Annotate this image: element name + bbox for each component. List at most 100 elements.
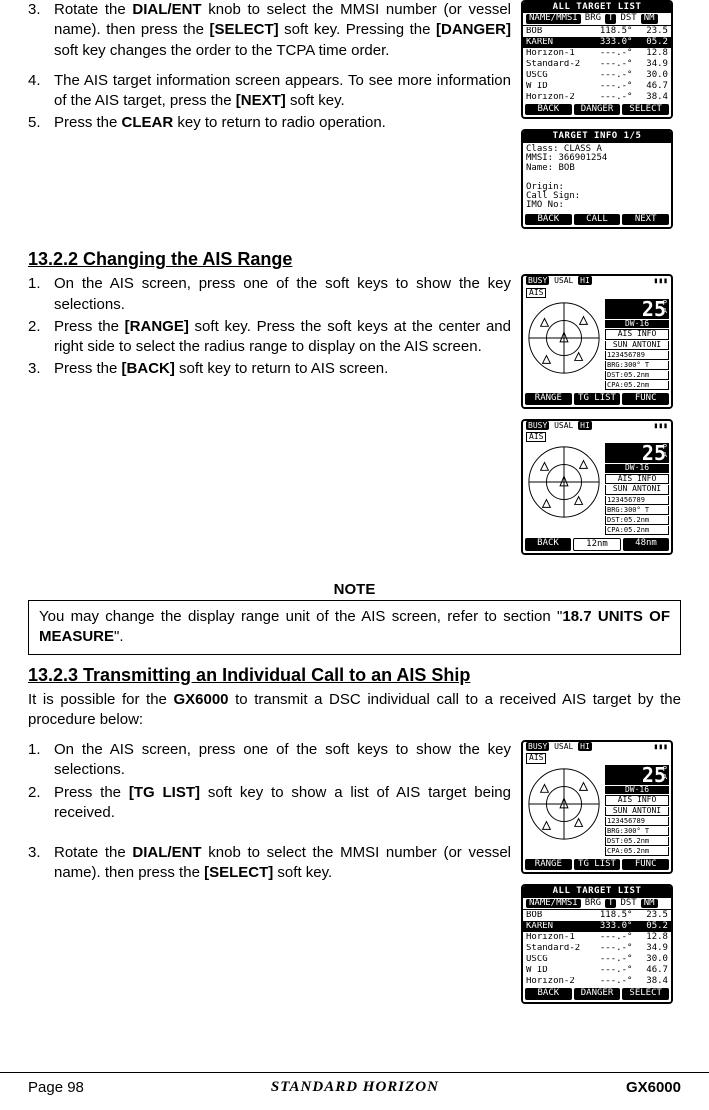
note-box: You may change the display range unit of…: [28, 600, 681, 655]
list-row: Horizon-2---.-°38.4: [523, 92, 671, 103]
note-text-pre: You may change the display range unit of…: [39, 608, 562, 625]
ais-info-name: SUN ANTONI: [605, 485, 669, 494]
lcd-ais-screen-1: BUSY USAL HI ▮▮▮ AIS 25PA DW·16 AIS INF: [521, 274, 673, 408]
ais-info-title: AIS INFO: [605, 795, 669, 805]
info-line: IMO No:: [526, 201, 668, 210]
lcd-list-header: NAME/MMSI BRG T DST NM: [523, 13, 671, 25]
softkey-danger[interactable]: DANGER: [574, 104, 621, 115]
list-row: KAREN333.0°05.2: [523, 921, 671, 932]
list-row: USCG---.-°30.0: [523, 70, 671, 81]
lcd-softkeys: BACK CALL NEXT: [523, 213, 671, 227]
softkey[interactable]: TG LIST: [574, 859, 621, 870]
ais-info-field: BRG:300° T: [605, 827, 669, 836]
ais-info-field: 123456789: [605, 496, 669, 505]
softkey-next[interactable]: NEXT: [622, 214, 669, 225]
lcd-title: TARGET INFO 1/5: [523, 131, 671, 142]
ais-radar: [525, 443, 603, 521]
footer-model: GX6000: [626, 1079, 681, 1096]
step-b3: 3. Press the [BACK] soft key to return t…: [28, 359, 511, 379]
list-row: KAREN333.0°05.2: [523, 37, 671, 48]
lcd-ais-screen-3: BUSY USAL HI ▮▮▮ AIS 25PA DW·16 AIS INF: [521, 740, 673, 874]
step-a3: 3. Rotate the DIAL/ENT knob to select th…: [28, 0, 511, 61]
battery-icon: ▮▮▮: [654, 422, 668, 430]
ais-info-field: CPA:05.2nm: [605, 526, 669, 535]
list-row: Standard-2---.-°34.9: [523, 943, 671, 954]
list-row: Standard-2---.-°34.9: [523, 59, 671, 70]
softkey-back[interactable]: BACK: [525, 104, 572, 115]
ais-info-field: BRG:300° T: [605, 361, 669, 370]
list-row: BOB118.5°23.5: [523, 910, 671, 921]
battery-icon: ▮▮▮: [654, 743, 668, 751]
lcd-ais-screen-2: BUSY USAL HI ▮▮▮ AIS 25PA DW·16 AIS INF: [521, 419, 673, 555]
footer-brand: STANDARD HORIZON: [271, 1079, 439, 1096]
step-a5: 5. Press the CLEAR key to return to radi…: [28, 113, 511, 133]
softkey[interactable]: FUNC: [622, 393, 669, 404]
step-b1: 1. On the AIS screen, press one of the s…: [28, 274, 511, 315]
softkey[interactable]: RANGE: [525, 859, 572, 870]
lcd-softkeys: BACK12nm48nm: [523, 537, 671, 553]
page-footer: Page 98 STANDARD HORIZON GX6000: [0, 1072, 709, 1096]
softkey-call[interactable]: CALL: [574, 214, 621, 225]
lcd-softkeys: BACK DANGER SELECT: [523, 103, 671, 117]
dw-label: DW·16: [605, 786, 669, 794]
ais-info-name: SUN ANTONI: [605, 807, 669, 816]
note-heading: NOTE: [28, 581, 681, 598]
ais-info-field: CPA:05.2nm: [605, 847, 669, 856]
section-title-individual-call: 13.2.3 Transmitting an Individual Call t…: [28, 665, 681, 686]
step-c3: 3. Rotate the DIAL/ENT knob to select th…: [28, 843, 511, 884]
step-c2: 2. Press the [TG LIST] soft key to show …: [28, 783, 511, 824]
softkey[interactable]: RANGE: [525, 393, 572, 404]
lcd-softkeys: RANGETG LISTFUNC: [523, 858, 671, 872]
list-row: Horizon-1---.-°12.8: [523, 932, 671, 943]
ais-radar: [525, 765, 603, 843]
list-row: Horizon-2---.-°38.4: [523, 976, 671, 987]
ais-info-field: 123456789: [605, 351, 669, 360]
softkey-back[interactable]: BACK: [525, 988, 572, 999]
step-text: The AIS target information screen appear…: [54, 71, 511, 112]
step-num: 5.: [28, 113, 54, 133]
list-row: W ID---.-°46.7: [523, 81, 671, 92]
lcd-title: ALL TARGET LIST: [523, 2, 671, 13]
step-text: Press the CLEAR key to return to radio o…: [54, 113, 511, 133]
footer-page: Page 98: [28, 1079, 84, 1096]
softkey-select[interactable]: SELECT: [622, 104, 669, 115]
channel-number: 25PA: [605, 765, 669, 785]
ais-info-field: 123456789: [605, 817, 669, 826]
ais-info-field: DST:05.2nm: [605, 837, 669, 846]
softkey[interactable]: TG LIST: [574, 393, 621, 404]
softkey-select[interactable]: SELECT: [622, 988, 669, 999]
ais-label: AIS: [526, 753, 546, 763]
softkey-danger[interactable]: DANGER: [574, 988, 621, 999]
list-row: USCG---.-°30.0: [523, 954, 671, 965]
ais-info-field: DST:05.2nm: [605, 371, 669, 380]
channel-number: 25PA: [605, 299, 669, 319]
ais-label: AIS: [526, 288, 546, 298]
step-a4: 4. The AIS target information screen app…: [28, 71, 511, 112]
softkey[interactable]: 12nm: [573, 538, 621, 551]
softkey[interactable]: BACK: [525, 538, 571, 551]
list-row: Horizon-1---.-°12.8: [523, 48, 671, 59]
softkey[interactable]: FUNC: [622, 859, 669, 870]
ais-info-title: AIS INFO: [605, 474, 669, 484]
step-text: Rotate the DIAL/ENT knob to select the M…: [54, 0, 511, 61]
info-line: Name: BOB: [526, 164, 668, 173]
ais-info-title: AIS INFO: [605, 329, 669, 339]
dw-label: DW·16: [605, 320, 669, 328]
step-num: 3.: [28, 0, 54, 61]
softkey-back[interactable]: BACK: [525, 214, 572, 225]
step-num: 4.: [28, 71, 54, 112]
softkey[interactable]: 48nm: [623, 538, 669, 551]
ais-info-field: BRG:300° T: [605, 506, 669, 515]
lcd-target-info: TARGET INFO 1/5 Class: CLASS A MMSI: 366…: [521, 129, 673, 229]
ais-label: AIS: [526, 432, 546, 442]
ais-info-name: SUN ANTONI: [605, 341, 669, 350]
ais-info-field: DST:05.2nm: [605, 516, 669, 525]
list-row: W ID---.-°46.7: [523, 965, 671, 976]
lcd-all-target-list-2: ALL TARGET LIST NAME/MMSI BRG T DST NM B…: [521, 884, 673, 1003]
lcd-softkeys: RANGETG LISTFUNC: [523, 392, 671, 406]
ais-info-field: CPA:05.2nm: [605, 381, 669, 390]
ais-radar: [525, 299, 603, 377]
step-b2: 2. Press the [RANGE] soft key. Press the…: [28, 317, 511, 358]
list-row: BOB118.5°23.5: [523, 26, 671, 37]
dw-label: DW·16: [605, 464, 669, 472]
